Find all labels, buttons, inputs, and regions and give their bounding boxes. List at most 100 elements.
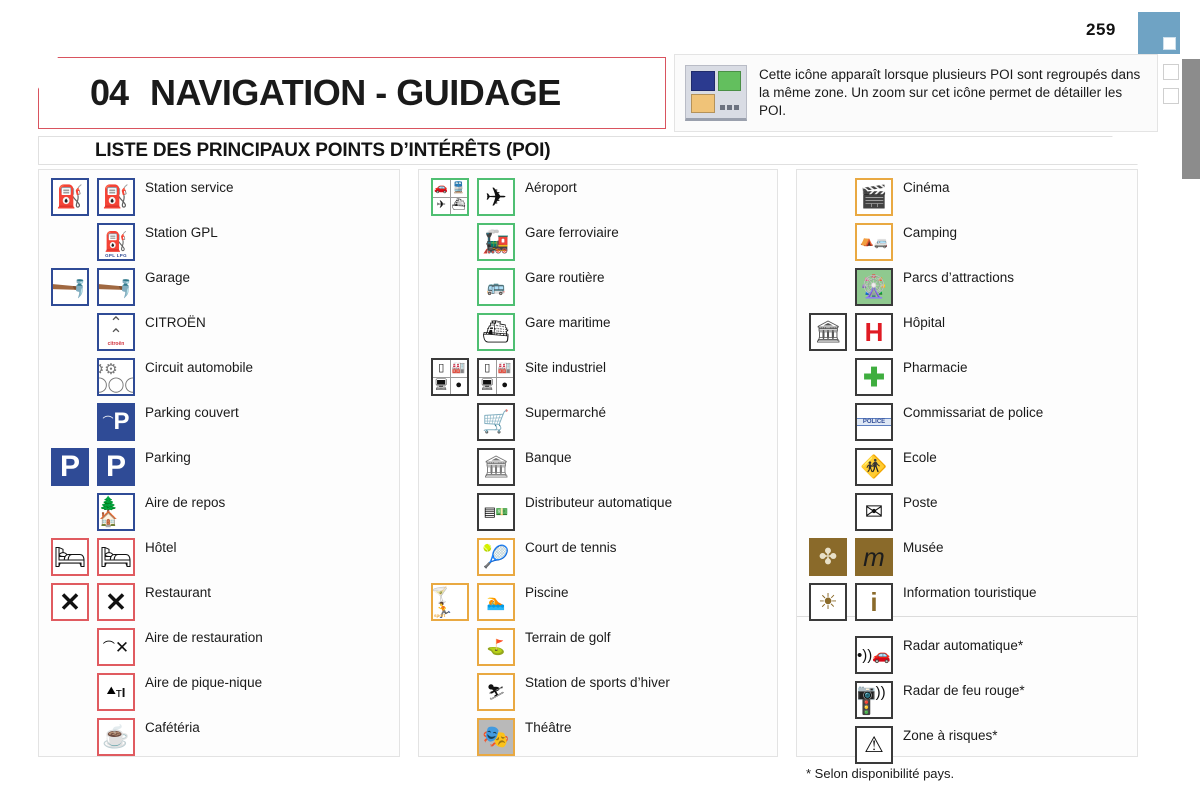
industrial-site-icon-grouped: ▯ 🏭 🖥 ● — [431, 358, 469, 396]
poi-row: 🚂 Gare ferroviaire — [419, 219, 777, 264]
poi-label: Ecole — [903, 450, 937, 465]
picnic-area-icon: ⛰ тI — [97, 673, 135, 711]
poi-row: ⌒ P Parking couvert — [39, 399, 399, 444]
poi-row: ✤ m Musée — [797, 534, 1137, 579]
tab-marker-nib — [1163, 37, 1176, 50]
speed-camera-icon: •))🚗 — [855, 636, 893, 674]
poi-label: Site industriel — [525, 360, 607, 375]
poi-label: Station GPL — [145, 225, 218, 240]
poi-row: ⌃ ⌃ citroën CITROËN — [39, 309, 399, 354]
poi-row: ⛴ Gare maritime — [419, 309, 777, 354]
edge-checkbox-2 — [1163, 88, 1179, 104]
poi-row: ✕ ✕ Restaurant — [39, 579, 399, 624]
parking-icon: P — [97, 448, 135, 486]
theatre-icon: 🎭 — [477, 718, 515, 756]
train-icon: 🚂 — [477, 223, 515, 261]
edge-bar — [1182, 59, 1200, 179]
shopping-cart-icon: 🛒 — [477, 403, 515, 441]
ferry-icon: ⛴ — [477, 313, 515, 351]
poi-label: Théâtre — [525, 720, 572, 735]
poi-label: Zone à risques* — [903, 728, 998, 743]
bed-icon-grouped: 🛏 — [51, 538, 89, 576]
poi-label: Aire de pique-nique — [145, 675, 263, 690]
poi-label: Distributeur automatique — [525, 495, 673, 510]
poi-label: Aéroport — [525, 180, 577, 195]
wrench-icon: 🔨 — [97, 268, 135, 306]
poi-row: 🎡 Parcs d’attractions — [797, 264, 1137, 309]
chapter-tab-marker — [1138, 12, 1180, 54]
chapter-banner-content: 04 NAVIGATION - GUIDAGE — [38, 57, 666, 129]
poi-label: Court de tennis — [525, 540, 617, 555]
amusement-park-icon: 🎡 — [855, 268, 893, 306]
wrench-icon-grouped: 🔨 — [51, 268, 89, 306]
poi-column-3: 🎬 Cinéma ⛺ 🚐 Camping 🎡 Parcs d’attractions 🏛 H Hô… — [796, 169, 1138, 764]
covered-parking-icon: ⌒ P — [97, 403, 135, 441]
poi-row: 🚌 Gare routière — [419, 264, 777, 309]
poi-label: Aire de restauration — [145, 630, 263, 645]
poi-label: CITROËN — [145, 315, 206, 330]
info-note-text: Cette icône apparaît lorsque plusieurs P… — [759, 67, 1141, 118]
poi-label: Garage — [145, 270, 191, 285]
poi-label: Parking — [145, 450, 191, 465]
poi-label: Station service — [145, 180, 234, 195]
poi-row: 🚗 🚆 ✈ ⛴ ✈ Aéroport — [419, 174, 777, 219]
poi-label: Restaurant — [145, 585, 212, 600]
manual-page: 259 04 NAVIGATION - GUIDAGE Cette icône … — [0, 0, 1200, 800]
poi-row: ⌒ ✕ Aire de restauration — [39, 624, 399, 669]
chapter-number: 04 — [90, 72, 129, 113]
airplane-icon: ✈ — [477, 178, 515, 216]
edge-checkbox-1 — [1163, 64, 1179, 80]
poi-row: ⛳ Terrain de golf — [419, 624, 777, 669]
poi-row: ⚠ Zone à risques* — [797, 722, 1137, 767]
tourist-info-icon-grouped: ☀ — [809, 583, 847, 621]
swimming-icon-grouped: 🍸🏃 sport — [431, 583, 469, 621]
poi-label: Parking couvert — [145, 405, 239, 420]
poi-row: ▤ 💵 Distributeur automatique — [419, 489, 777, 534]
poi-label: Gare routière — [525, 270, 605, 285]
poi-row: 📷))🚦 Radar de feu rouge* — [797, 677, 1137, 722]
page-number: 259 — [1086, 20, 1116, 39]
poi-row: 🛏 🛏 Hôtel — [39, 534, 399, 579]
atm-icon: ▤ 💵 — [477, 493, 515, 531]
poi-row: 🎾 Court de tennis — [419, 534, 777, 579]
citroen-logo-icon: ⌃ ⌃ citroën — [97, 313, 135, 351]
grouped-poi-quadrant-dots — [717, 93, 741, 113]
poi-label: Circuit automobile — [145, 360, 254, 375]
poi-label: Radar automatique* — [903, 638, 1024, 653]
parking-icon-grouped: P — [51, 448, 89, 486]
cutlery-icon: ✕ — [97, 583, 135, 621]
poi-row: ☀ i Information touristique — [797, 579, 1137, 624]
info-note: Cette icône apparaît lorsque plusieurs P… — [674, 54, 1158, 132]
grouped-poi-quadrant-orange — [691, 93, 715, 113]
poi-column-2: 🚗 🚆 ✈ ⛴ ✈ Aéroport 🚂 Gare ferroviaire 🚌 Gare rout… — [418, 169, 778, 757]
poi-label: Parcs d’attractions — [903, 270, 1015, 285]
section-title: LISTE DES PRINCIPAUX POINTS D’INTÉRÊTS (… — [95, 139, 551, 161]
poi-label: Station de sports d’hiver — [525, 675, 670, 690]
poi-row: ✚ Pharmacie — [797, 354, 1137, 399]
industrial-site-icon: ▯ 🏭 🖥 ● — [477, 358, 515, 396]
grouped-poi-quadrant-green — [717, 71, 741, 91]
poi-row: •))🚗 Radar automatique* — [797, 632, 1137, 677]
poi-label: Cafétéria — [145, 720, 200, 735]
fuel-pump-icon-grouped: ⛽ — [51, 178, 89, 216]
poi-row: ⛽ GPL LPG Station GPL — [39, 219, 399, 264]
red-light-camera-icon: 📷))🚦 — [855, 681, 893, 719]
poi-label: Terrain de golf — [525, 630, 611, 645]
poi-label: Information touristique — [903, 585, 1037, 600]
poi-row: ☕ Cafétéria — [39, 714, 399, 759]
poi-label: Poste — [903, 495, 938, 510]
poi-row: ⛷ Station de sports d’hiver — [419, 669, 777, 714]
poi-label: Commissariat de police — [903, 405, 1044, 420]
hospital-icon: H — [855, 313, 893, 351]
grouped-poi-quadrant-blue — [691, 71, 715, 91]
bus-icon: 🚌 — [477, 268, 515, 306]
tourist-info-icon: i — [855, 583, 893, 621]
museum-icon: m — [855, 538, 893, 576]
grouped-poi-icon — [685, 65, 747, 121]
poi-row: ▯ 🏭 🖥 ● ▯ 🏭 🖥 ● Site industriel — [419, 354, 777, 399]
poi-label: Gare maritime — [525, 315, 611, 330]
poi-label: Supermarché — [525, 405, 607, 420]
poi-label: Cinéma — [903, 180, 950, 195]
poi-row: ✉ Poste — [797, 489, 1137, 534]
poi-row: 🎭 Théâtre — [419, 714, 777, 759]
